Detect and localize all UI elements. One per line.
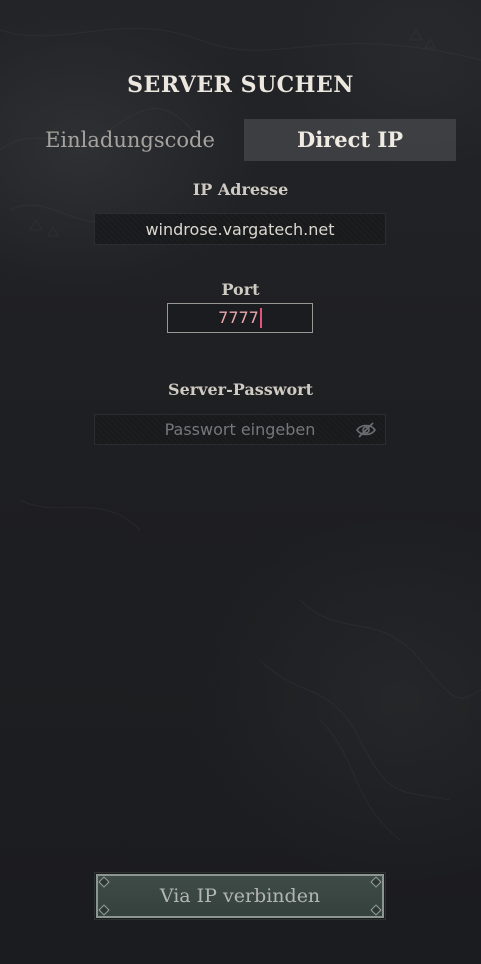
tab-direct-ip[interactable]: Direct IP	[244, 119, 456, 161]
port-input[interactable]: 7777	[167, 303, 313, 333]
eye-slash-icon[interactable]	[355, 420, 377, 440]
port-label: Port	[221, 280, 260, 299]
page-title: SERVER SUCHEN	[127, 72, 354, 98]
button-corner-ornament	[370, 904, 382, 916]
ip-address-input[interactable]	[94, 213, 386, 245]
ip-address-label: IP Adresse	[192, 180, 289, 199]
server-password-input[interactable]	[94, 414, 386, 445]
server-password-label: Server-Passwort	[168, 380, 313, 399]
server-search-panel: SERVER SUCHEN Einladungscode Direct IP I…	[0, 0, 481, 964]
button-corner-ornament	[98, 876, 110, 888]
text-caret	[259, 307, 262, 328]
button-corner-ornament	[98, 904, 110, 916]
connect-button-label: Via IP verbinden	[159, 885, 321, 907]
button-corner-ornament	[370, 876, 382, 888]
port-value: 7777	[218, 308, 259, 327]
connect-via-ip-button[interactable]: Via IP verbinden	[94, 872, 386, 920]
tab-invite-code[interactable]: Einladungscode	[22, 119, 238, 161]
